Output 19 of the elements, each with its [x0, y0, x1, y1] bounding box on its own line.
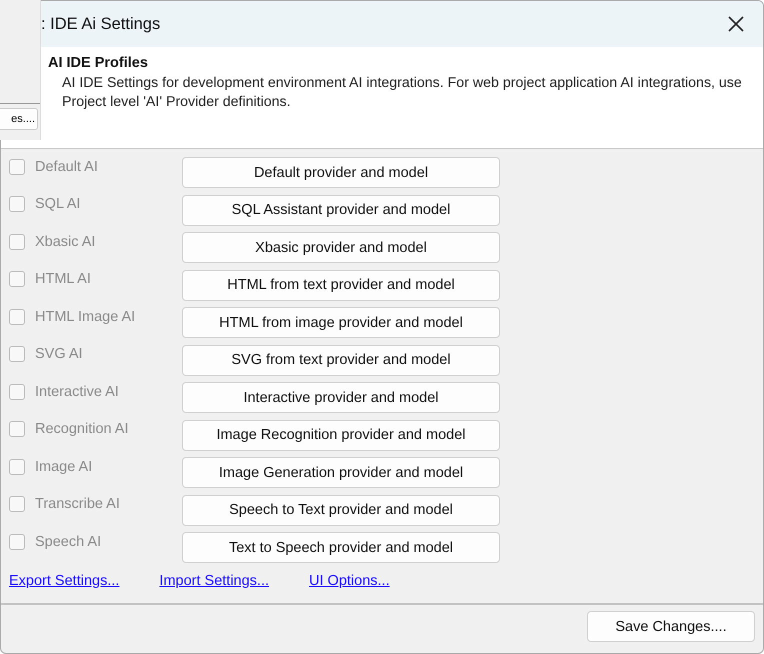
checkbox-label: Xbasic AI — [35, 234, 96, 250]
window-title: : IDE Ai Settings — [41, 14, 160, 34]
checkbox-label: HTML Image AI — [35, 308, 136, 325]
checkbox-label: Default AI — [35, 158, 99, 175]
checkbox-label: Speech AI — [35, 534, 102, 550]
link[interactable]: Import Settings... — [159, 572, 270, 588]
checkbox-label: HTML AI — [35, 271, 92, 288]
save-button[interactable]: Save Changes.... — [587, 611, 755, 642]
checkbox-label: SVG AI — [35, 346, 84, 362]
section-title: AI IDE Profiles — [48, 55, 149, 71]
checkbox-label: Transcribe AI — [35, 496, 121, 512]
link[interactable]: UI Options... — [309, 572, 390, 588]
checkbox-label: Interactive AI — [35, 384, 120, 400]
description-text: AI IDE Settings for development environment AI integrations. For web project application AI integrations, use Project level 'AI' Provider definitions. — [61, 74, 743, 112]
checkbox-label: SQL AI — [35, 196, 82, 212]
checkbox-label: Image AI — [35, 458, 94, 475]
link[interactable]: Export Settings... — [9, 572, 120, 588]
checkbox-label: Recognition AI — [35, 421, 130, 438]
button[interactable]: es.... — [0, 108, 38, 130]
